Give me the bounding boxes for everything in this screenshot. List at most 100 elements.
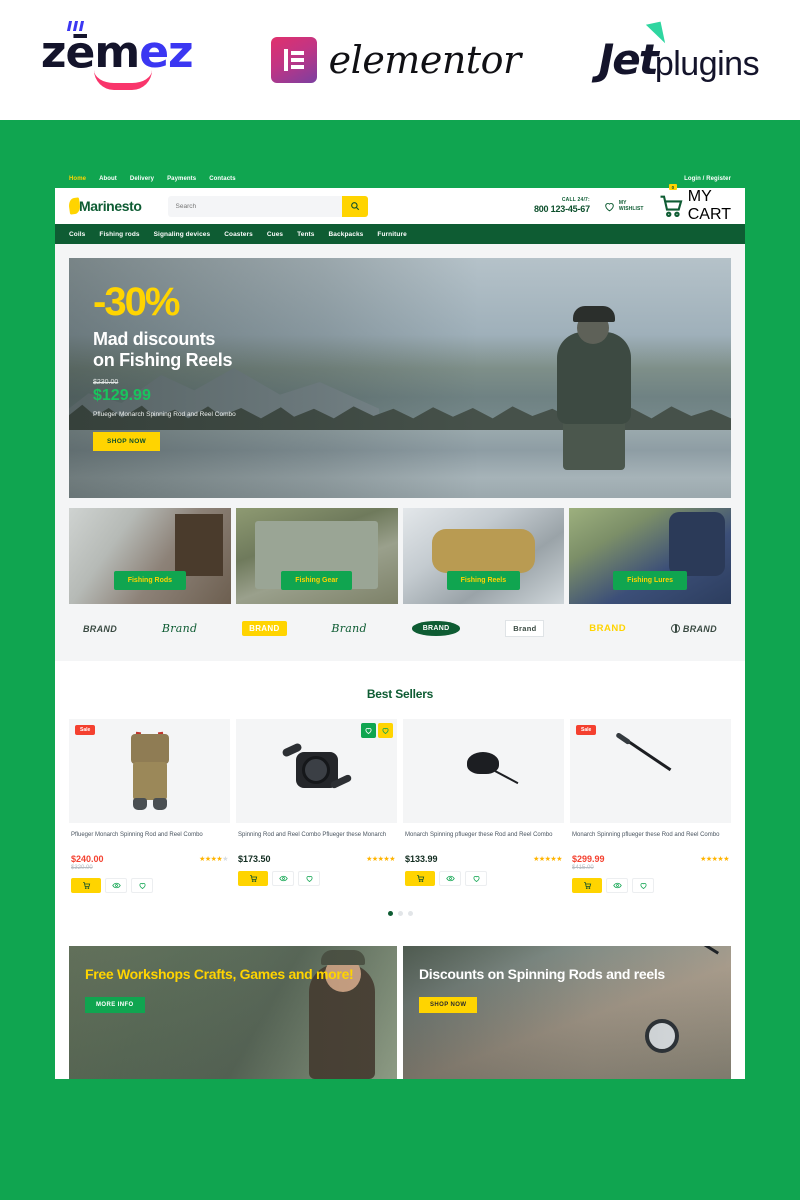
compare-button[interactable]: [378, 723, 393, 738]
catnav-item-coils[interactable]: Coils: [69, 231, 85, 238]
eye-icon: [612, 882, 622, 889]
tile-button-fishing-rods[interactable]: Fishing Rods: [113, 571, 187, 590]
brand-logo-2[interactable]: Brand: [162, 622, 198, 635]
carousel-dot-3[interactable]: [407, 911, 413, 916]
cart-icon: [249, 875, 257, 883]
carousel-dot-2[interactable]: [397, 911, 403, 916]
utility-link-delivery[interactable]: Delivery: [130, 176, 154, 182]
product-image[interactable]: [236, 719, 397, 823]
search-input[interactable]: [167, 195, 342, 217]
add-to-wishlist-button[interactable]: [131, 878, 153, 893]
tile-button-fishing-gear[interactable]: Fishing Gear: [281, 571, 353, 590]
call-number[interactable]: 800 123-45-67: [534, 204, 590, 214]
tile-button-fishing-reels[interactable]: Fishing Reels: [446, 571, 521, 590]
catnav-item-fishing-rods[interactable]: Fishing rods: [99, 231, 139, 238]
add-to-wishlist-button[interactable]: [632, 878, 654, 893]
catnav-item-cues[interactable]: Cues: [267, 231, 283, 238]
product-price: $173.50: [238, 854, 271, 864]
carousel-dot-1[interactable]: [387, 911, 393, 916]
elementor-logo: elementor: [270, 37, 521, 83]
heart-icon: [605, 202, 614, 211]
brand-logo-7[interactable]: BRAND: [589, 623, 626, 634]
zemes-wordmark: zēmez: [40, 26, 194, 78]
cart-icon: [82, 882, 90, 890]
tile-button-fishing-lures[interactable]: Fishing Lures: [613, 571, 688, 590]
brand-logo-8-label: BRAND: [682, 623, 717, 634]
category-tile-fishing-gear[interactable]: Fishing Gear: [235, 508, 398, 604]
zemes-accent-icon: [66, 20, 84, 31]
search-box[interactable]: [167, 195, 368, 217]
product-name[interactable]: Monarch Spinning pflueger these Rod and …: [405, 831, 562, 849]
product-image[interactable]: Sale: [69, 719, 230, 823]
cart-icon: [416, 875, 424, 883]
site-logo-text: Marinesto: [79, 198, 142, 214]
promo-banner-workshops[interactable]: Free Workshops Crafts, Games and more! M…: [69, 946, 397, 1079]
quick-view-button[interactable]: [272, 871, 294, 886]
promo-banners: Free Workshops Crafts, Games and more! M…: [55, 934, 745, 1079]
brand-logo-8[interactable]: BRAND: [670, 623, 717, 634]
add-to-cart-button[interactable]: [238, 871, 268, 886]
utility-bar: Home About Delivery Payments Contacts Lo…: [55, 170, 745, 188]
add-to-cart-button[interactable]: [572, 878, 602, 893]
zemes-smile-icon: [93, 70, 152, 90]
hero-shop-now-button[interactable]: SHOP NOW: [93, 432, 161, 452]
product-name[interactable]: Pflueger Monarch Spinning Rod and Reel C…: [71, 831, 228, 849]
utility-link-about[interactable]: About: [99, 176, 117, 182]
product-image[interactable]: [403, 719, 564, 823]
brand-logo-6[interactable]: Brand: [505, 620, 545, 637]
utility-link-home[interactable]: Home: [69, 176, 86, 182]
catnav-item-furniture[interactable]: Furniture: [377, 231, 406, 238]
promo-more-info-button[interactable]: MORE INFO: [85, 997, 145, 1014]
promo-shop-now-button[interactable]: SHOP NOW: [419, 997, 478, 1014]
product-card[interactable]: Sale Pflueger Monarch Spinning Rod and R…: [69, 719, 230, 893]
wishlist-label-2: WISHLIST: [618, 206, 644, 212]
heart-icon: [365, 728, 372, 734]
search-button[interactable]: [341, 195, 368, 217]
product-rating: ★★★★★: [199, 856, 228, 863]
quick-view-button[interactable]: [606, 878, 628, 893]
brand-logo-3[interactable]: BRAND: [242, 621, 287, 636]
quick-view-button[interactable]: [439, 871, 461, 886]
product-card[interactable]: Sale Monarch Spinning pflueger these Rod…: [570, 719, 731, 893]
add-to-wishlist-button[interactable]: [298, 871, 320, 886]
heart-icon: [139, 883, 145, 889]
product-rating: ★★★★★: [533, 856, 562, 863]
quick-view-button[interactable]: [105, 878, 127, 893]
login-register-link[interactable]: Login / Register: [684, 176, 731, 182]
jet-wordmark: Jet: [598, 35, 659, 84]
cart-link[interactable]: 0 MY CART: [657, 184, 731, 224]
product-image[interactable]: Sale: [570, 719, 731, 823]
category-tile-fishing-rods[interactable]: Fishing Rods: [69, 508, 231, 604]
brand-circle-icon: [670, 624, 680, 633]
promo-banner-discounts[interactable]: Discounts on Spinning Rods and reels SHO…: [403, 946, 731, 1079]
catnav-item-backpacks[interactable]: Backpacks: [329, 231, 364, 238]
add-to-cart-button[interactable]: [71, 878, 101, 893]
wishlist-active-button[interactable]: [361, 723, 376, 738]
cart-icon: [583, 882, 591, 890]
utility-link-payments[interactable]: Payments: [167, 176, 196, 182]
utility-link-contacts[interactable]: Contacts: [209, 176, 235, 182]
brand-logo-4[interactable]: Brand: [331, 622, 367, 635]
hero-banner[interactable]: -30% Mad discounts on Fishing Reels $230…: [69, 258, 731, 498]
product-actions: [405, 871, 562, 886]
add-to-wishlist-button[interactable]: [465, 871, 487, 886]
product-price: $133.99: [405, 854, 438, 864]
product-card[interactable]: Monarch Spinning pflueger these Rod and …: [403, 719, 564, 893]
brand-logo-5[interactable]: BRAND: [411, 621, 461, 636]
catnav-item-coasters[interactable]: Coasters: [224, 231, 253, 238]
category-tile-fishing-reels[interactable]: Fishing Reels: [402, 508, 565, 604]
category-nav: Coils Fishing rods Signaling devices Coa…: [55, 224, 745, 244]
category-tile-fishing-lures[interactable]: Fishing Lures: [569, 508, 731, 604]
product-name[interactable]: Monarch Spinning pflueger these Rod and …: [572, 831, 729, 849]
wishlist-link[interactable]: MY WISHLIST: [603, 200, 644, 213]
hero-new-price: $129.99: [93, 387, 151, 405]
product-card[interactable]: Spinning Rod and Reel Combo Pflueger the…: [236, 719, 397, 893]
best-sellers-title: Best Sellers: [366, 687, 434, 701]
product-name[interactable]: Spinning Rod and Reel Combo Pflueger the…: [238, 831, 395, 849]
brand-logo-1[interactable]: BRAND: [83, 624, 117, 634]
site-logo[interactable]: Marinesto: [67, 197, 142, 215]
catnav-item-tents[interactable]: Tents: [297, 231, 314, 238]
product-art-lure: [447, 730, 521, 812]
add-to-cart-button[interactable]: [405, 871, 435, 886]
catnav-item-signaling-devices[interactable]: Signaling devices: [154, 231, 211, 238]
